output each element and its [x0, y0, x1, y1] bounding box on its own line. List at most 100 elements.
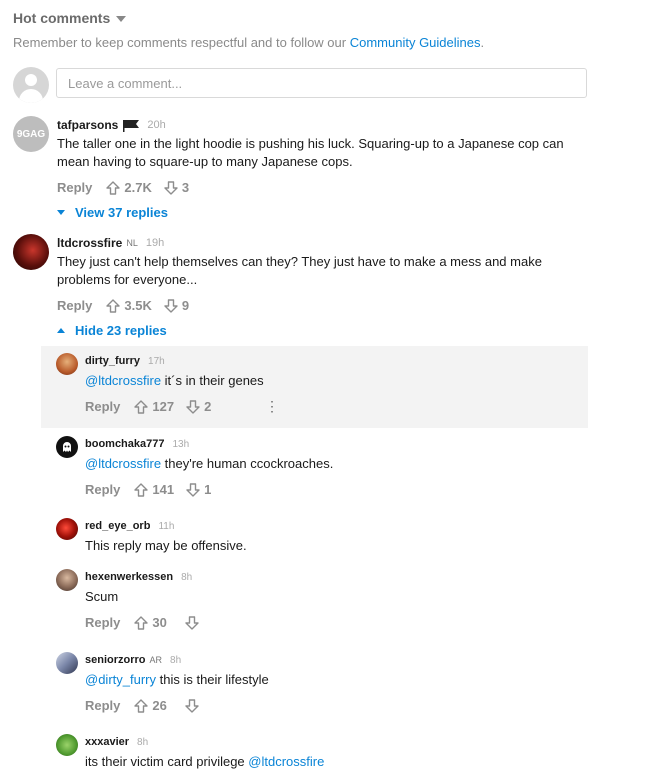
upvote-button[interactable]: 141 [134, 482, 174, 497]
toggle-label: Hide 23 replies [75, 323, 167, 338]
triangle-up-icon [57, 328, 65, 333]
reply-body: it´s in their genes [161, 373, 264, 388]
hot-comments-sort[interactable]: Hot comments [13, 10, 127, 26]
avatar[interactable] [56, 436, 78, 458]
guidelines-notice: Remember to keep comments respectful and… [13, 35, 484, 50]
offensive-notice[interactable]: This reply may be offensive. [85, 537, 247, 555]
avatar[interactable] [56, 652, 78, 674]
downvote-button[interactable]: 1 [186, 482, 211, 497]
username[interactable]: xxxavier [85, 736, 129, 748]
reply-text: Scum [85, 589, 119, 604]
downvote-button[interactable]: 3 [164, 180, 189, 195]
downvote-count: 9 [181, 298, 190, 313]
upvote-button[interactable]: 26 [134, 698, 167, 713]
reply-actions: Reply 141 1 [85, 482, 223, 497]
hide-replies-toggle[interactable]: Hide 23 replies [57, 323, 167, 338]
downvote-button[interactable]: 2 [186, 399, 211, 414]
arrow-up-icon [134, 399, 149, 414]
caret-down-icon [116, 16, 127, 23]
arrow-down-icon [185, 698, 199, 713]
reply-button[interactable]: Reply [57, 298, 92, 313]
upvote-button[interactable]: 2.7K [106, 180, 152, 195]
reply-button[interactable]: Reply [85, 482, 120, 497]
reply-header: red_eye_orb 11h [85, 520, 174, 532]
flag-icon [123, 119, 140, 132]
upvote-button[interactable]: 30 [134, 615, 167, 630]
ghost-icon [63, 442, 71, 452]
upvote-button[interactable]: 127 [134, 399, 174, 414]
reply-text: @ltdcrossfire it´s in their genes [85, 372, 264, 390]
mention-link[interactable]: @ltdcrossfire [85, 373, 161, 388]
username[interactable]: seniorzorro [85, 654, 146, 666]
downvote-count: 3 [181, 180, 190, 195]
downvote-button[interactable]: 9 [164, 298, 189, 313]
timestamp: 17h [148, 355, 165, 367]
username[interactable]: ltdcrossfire [57, 236, 122, 250]
downvote-button[interactable] [185, 615, 203, 630]
timestamp: 11h [158, 520, 175, 532]
comment-input[interactable] [56, 68, 587, 98]
reply-button[interactable]: Reply [57, 180, 92, 195]
mention-link[interactable]: @dirty_furry [85, 672, 156, 687]
reply-text: @ltdcrossfire they're human ccockroaches… [85, 455, 333, 473]
comment-actions: Reply 2.7K 3 [57, 180, 201, 195]
reply-actions: Reply 127 2 [85, 399, 223, 414]
more-options-icon[interactable]: ⋮ [265, 398, 279, 415]
reply-button[interactable]: Reply [85, 698, 120, 713]
arrow-down-icon [185, 615, 199, 630]
arrow-up-icon [134, 698, 149, 713]
reply-body: they're human ccockroaches. [161, 456, 334, 471]
upvote-count: 3.5K [124, 298, 152, 313]
reply-header: hexenwerkessen 8h [85, 571, 192, 583]
community-guidelines-link[interactable]: Community Guidelines [350, 35, 481, 50]
arrow-up-icon [134, 615, 149, 630]
username[interactable]: red_eye_orb [85, 520, 150, 532]
comment-header: ltdcrossfire NL 19h [57, 236, 164, 250]
comment-actions: Reply 3.5K 9 [57, 298, 201, 313]
sort-label: Hot comments [13, 10, 111, 26]
country-code: AR [149, 655, 163, 665]
arrow-down-icon [164, 298, 178, 313]
username[interactable]: hexenwerkessen [85, 571, 173, 583]
timestamp: 8h [181, 571, 193, 583]
reply-button[interactable]: Reply [85, 615, 120, 630]
avatar[interactable] [13, 234, 49, 270]
avatar[interactable] [56, 518, 78, 540]
arrow-down-icon [186, 399, 200, 414]
timestamp: 20h [147, 119, 166, 131]
downvote-count: 1 [204, 482, 212, 497]
timestamp: 8h [137, 736, 149, 748]
avatar[interactable] [56, 569, 78, 591]
reply-button[interactable]: Reply [85, 399, 120, 414]
mention-link[interactable]: @ltdcrossfire [248, 754, 324, 769]
username[interactable]: dirty_furry [85, 355, 140, 367]
guidelines-text: Remember to keep comments respectful and… [13, 35, 350, 50]
upvote-count: 2.7K [124, 180, 152, 195]
view-replies-toggle[interactable]: View 37 replies [57, 205, 168, 220]
username[interactable]: boomchaka777 [85, 438, 164, 450]
downvote-button[interactable] [185, 698, 203, 713]
reply-actions: Reply 26 [85, 698, 215, 713]
reply-header: xxxavier 8h [85, 736, 148, 748]
reply-actions: Reply 30 [85, 615, 215, 630]
arrow-down-icon [186, 482, 200, 497]
reply-header: seniorzorro AR 8h [85, 654, 181, 666]
avatar[interactable]: 9GAG [13, 116, 49, 152]
reply-body: its their victim card privilege [85, 754, 249, 769]
comment-header: tafparsons 20h [57, 118, 166, 132]
arrow-up-icon [134, 482, 149, 497]
country-code: NL [126, 238, 138, 248]
upvote-count: 30 [152, 615, 167, 630]
mention-link[interactable]: @ltdcrossfire [85, 456, 161, 471]
timestamp: 19h [145, 237, 165, 249]
upvote-button[interactable]: 3.5K [106, 298, 152, 313]
toggle-label: View 37 replies [75, 205, 168, 220]
avatar[interactable] [56, 353, 78, 375]
avatar-logo-text: 9GAG [16, 128, 46, 140]
comment-text: They just can't help themselves can they… [57, 254, 542, 287]
username[interactable]: tafparsons [57, 118, 118, 132]
triangle-down-icon [57, 210, 65, 215]
avatar[interactable] [56, 734, 78, 756]
timestamp: 13h [172, 438, 190, 450]
comment-text: The taller one in the light hoodie is pu… [57, 136, 564, 169]
